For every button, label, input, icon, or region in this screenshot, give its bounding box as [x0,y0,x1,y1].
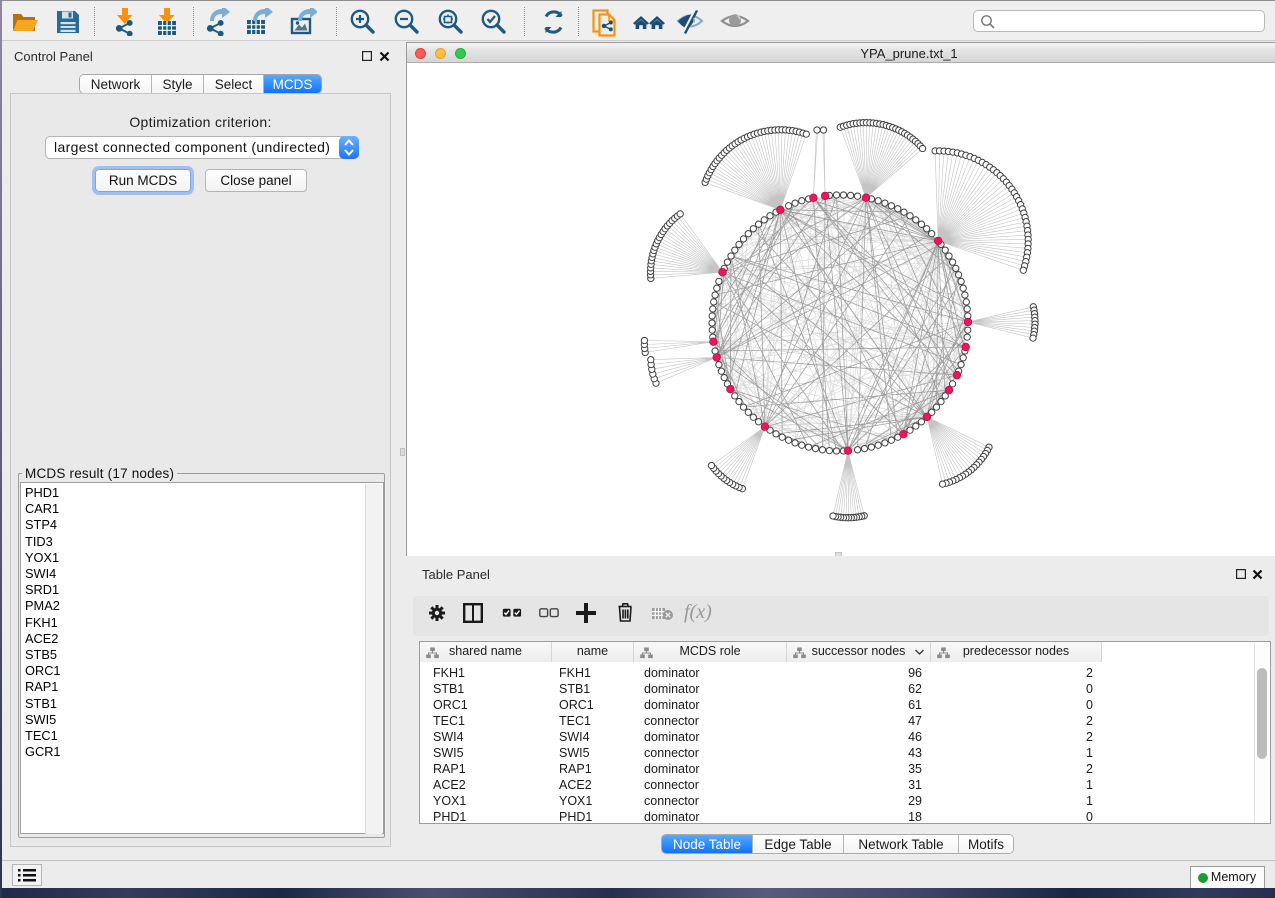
svg-text:f(x): f(x) [684,601,712,623]
